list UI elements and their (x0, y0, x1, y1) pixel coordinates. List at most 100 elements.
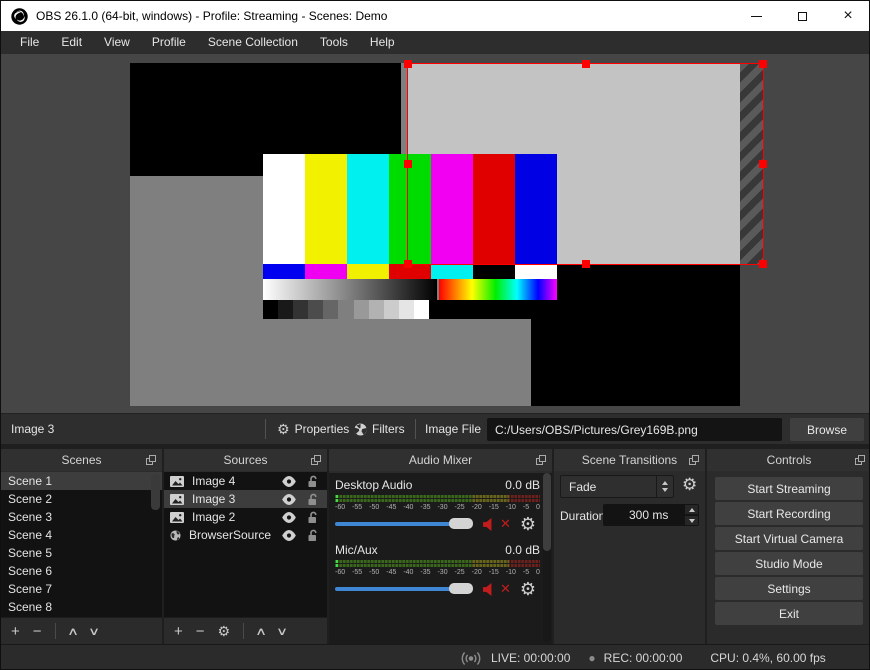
visibility-eye-icon[interactable] (281, 511, 297, 523)
audio-mixer-dock-header[interactable]: Audio Mixer (329, 449, 552, 471)
visibility-eye-icon[interactable] (281, 493, 297, 505)
menu-scene-collection[interactable]: Scene Collection (197, 31, 309, 54)
scene-list-item[interactable]: Scene 1 (1, 472, 162, 490)
mixer-scrollbar[interactable] (543, 473, 551, 551)
minimize-button[interactable] (733, 1, 779, 31)
mute-speaker-icon[interactable] (483, 517, 498, 531)
scenes-dock: Scenes Scene 1 Scene 2 Scene 3 Scene 4 S… (1, 449, 162, 644)
channel-settings-gear-icon[interactable]: ⚙ (520, 515, 536, 533)
bar-yellow (305, 154, 347, 264)
menu-help[interactable]: Help (359, 31, 406, 54)
scene-list-item[interactable]: Scene 8 (1, 598, 162, 616)
controls-dock-header[interactable]: Controls (707, 449, 869, 471)
preview-area[interactable] (1, 54, 869, 413)
close-button[interactable]: × (825, 1, 869, 31)
bar-white (263, 154, 305, 264)
mute-speaker-icon[interactable] (483, 582, 498, 596)
duration-spinbox[interactable]: 300 ms (603, 504, 699, 526)
scenes-scrollbar[interactable] (151, 474, 160, 510)
channel-settings-gear-icon[interactable]: ⚙ (520, 580, 536, 598)
resize-handle-top-right[interactable] (759, 60, 767, 68)
scene-list-item[interactable]: Scene 3 (1, 508, 162, 526)
menu-tools[interactable]: Tools (309, 31, 359, 54)
visibility-eye-icon[interactable] (281, 529, 297, 541)
start-streaming-button[interactable]: Start Streaming (715, 477, 863, 500)
source-list-item-selected[interactable]: Image 3 (164, 490, 327, 508)
bar-cyan (347, 154, 389, 264)
volume-meter (335, 495, 540, 502)
move-source-down-button[interactable]: ∨ (276, 625, 288, 638)
lock-open-icon[interactable] (307, 529, 319, 542)
popout-dock-icon[interactable] (855, 455, 865, 465)
resize-handle-middle-right[interactable] (759, 160, 767, 168)
scenes-dock-header[interactable]: Scenes (1, 449, 162, 471)
filters-button[interactable]: Filters (354, 414, 405, 444)
scenes-toolbar: + − ∧ ∨ (1, 617, 162, 644)
lock-open-icon[interactable] (307, 493, 319, 506)
lock-open-icon[interactable] (307, 511, 319, 524)
source-list-item[interactable]: Image 2 (164, 508, 327, 526)
volume-slider-handle[interactable] (449, 583, 473, 594)
resize-handle-top-left[interactable] (404, 60, 412, 68)
popout-dock-icon[interactable] (689, 455, 699, 465)
duration-decrease-button[interactable] (685, 516, 698, 525)
chevron-up-icon (662, 481, 668, 485)
combo-arrows[interactable] (656, 476, 673, 497)
start-virtual-camera-button[interactable]: Start Virtual Camera (715, 527, 863, 550)
studio-mode-button[interactable]: Studio Mode (715, 552, 863, 575)
audio-mixer-body: Desktop Audio 0.0 dB -60 -55 -50 -45 -40 -35-… (329, 473, 552, 644)
source-list-item[interactable]: Image 4 (164, 472, 327, 490)
settings-button[interactable]: Settings (715, 577, 863, 600)
add-scene-button[interactable]: + (11, 624, 20, 639)
popout-dock-icon[interactable] (146, 455, 156, 465)
browse-button[interactable]: Browse (790, 418, 864, 441)
menu-profile[interactable]: Profile (141, 31, 197, 54)
transition-select[interactable]: Fade (560, 475, 674, 498)
exit-button[interactable]: Exit (715, 602, 863, 625)
scene-list-item[interactable]: Scene 6 (1, 562, 162, 580)
duration-increase-button[interactable] (685, 505, 698, 514)
move-scene-up-button[interactable]: ∧ (67, 625, 79, 638)
remove-scene-button[interactable]: − (33, 624, 42, 639)
resize-handle-top-middle[interactable] (581, 60, 590, 68)
resize-handle-bottom-left[interactable] (404, 260, 412, 268)
remove-source-button[interactable]: − (196, 624, 205, 639)
add-source-button[interactable]: + (174, 624, 183, 639)
minimize-icon (750, 15, 762, 17)
menu-file[interactable]: File (9, 31, 50, 54)
source-selection-box[interactable] (404, 60, 767, 268)
black-source-bottom-right[interactable] (531, 265, 740, 406)
popout-dock-icon[interactable] (536, 455, 546, 465)
image-file-input[interactable] (487, 418, 782, 441)
resize-handle-bottom-middle[interactable] (581, 260, 590, 268)
maximize-button[interactable] (779, 1, 825, 31)
transition-settings-gear-icon[interactable]: ⚙ (682, 476, 697, 493)
volume-slider[interactable] (335, 583, 473, 594)
popout-dock-icon[interactable] (311, 455, 321, 465)
scene-list-item[interactable]: Scene 4 (1, 526, 162, 544)
scene-list-item[interactable]: Scene 2 (1, 490, 162, 508)
source-list-item[interactable]: BrowserSource (164, 526, 327, 544)
move-source-up-button[interactable]: ∧ (255, 625, 267, 638)
menu-edit[interactable]: Edit (50, 31, 93, 54)
scene-canvas[interactable] (130, 60, 767, 406)
menu-view[interactable]: View (93, 31, 141, 54)
move-scene-down-button[interactable]: ∨ (88, 625, 100, 638)
sources-dock-header[interactable]: Sources (164, 449, 327, 471)
mixer-scrollbar-track[interactable] (543, 473, 551, 642)
start-recording-button[interactable]: Start Recording (715, 502, 863, 525)
scene-transitions-dock: Scene Transitions Fade ⚙ Duration 300 ms (554, 449, 705, 644)
source-properties-gear-icon[interactable]: ⚙ (218, 624, 231, 638)
resize-handle-bottom-right[interactable] (759, 260, 767, 268)
visibility-eye-icon[interactable] (281, 475, 297, 487)
transitions-dock-header[interactable]: Scene Transitions (554, 449, 705, 471)
volume-slider[interactable] (335, 518, 473, 529)
lock-open-icon[interactable] (307, 475, 319, 488)
resize-handle-middle-left[interactable] (404, 160, 412, 168)
properties-button[interactable]: ⚙ Properties (277, 414, 349, 444)
volume-slider-handle[interactable] (449, 518, 473, 529)
scene-list-item[interactable]: Scene 5 (1, 544, 162, 562)
status-bar: LIVE: 00:00:00 ● REC: 00:00:00 CPU: 0.4%… (1, 644, 869, 669)
mixer-channel-desktop-audio: Desktop Audio 0.0 dB -60 -55 -50 -45 -40 -35-… (335, 478, 540, 533)
scene-list-item[interactable]: Scene 7 (1, 580, 162, 598)
